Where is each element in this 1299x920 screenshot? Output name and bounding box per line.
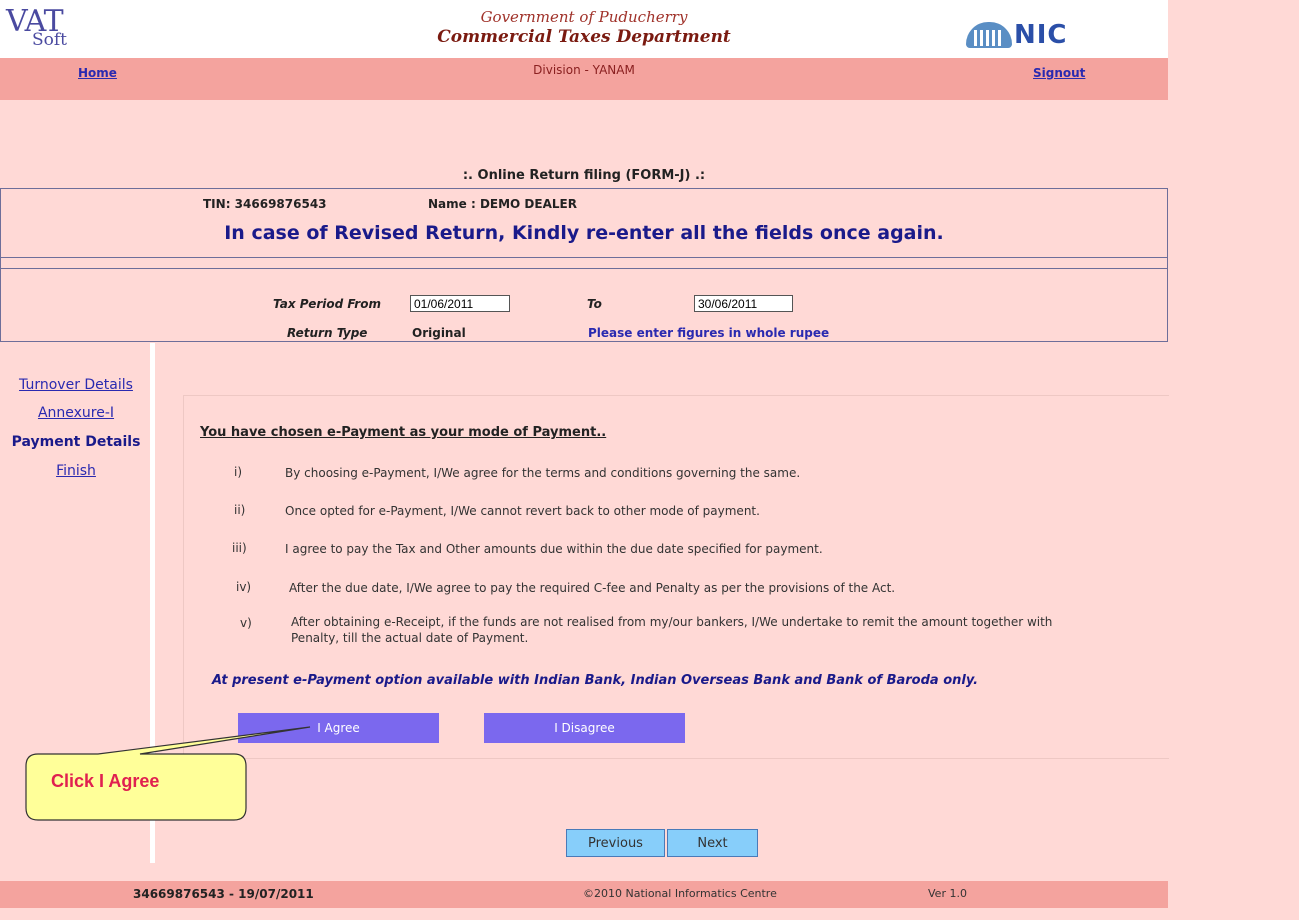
right-margin <box>1168 0 1299 920</box>
epayment-heading: You have chosen e-Payment as your mode o… <box>200 425 607 440</box>
term-text: After obtaining e-Receipt, if the funds … <box>291 615 1053 645</box>
next-button[interactable]: Next <box>667 829 758 857</box>
return-type-value: Original <box>412 326 466 340</box>
sidebar-item-turnover-details[interactable]: Turnover Details <box>2 377 150 393</box>
sidebar-item-finish[interactable]: Finish <box>2 463 150 479</box>
nav-bar: Home Division - YANAM Signout <box>0 58 1168 100</box>
term-text: Once opted for e-Payment, I/We cannot re… <box>285 504 760 518</box>
term-text: By choosing e-Payment, I/We agree for th… <box>285 466 801 480</box>
tax-period-box: Tax Period From To Return Type Original … <box>0 268 1168 342</box>
nic-logo-text: NIC <box>1014 20 1068 50</box>
division-label: Division - YANAM <box>533 63 635 77</box>
disagree-button[interactable]: I Disagree <box>484 713 685 743</box>
footer-tin-date: 34669876543 - 19/07/2011 <box>133 887 314 901</box>
term-text: I agree to pay the Tax and Other amounts… <box>285 542 823 556</box>
form-title: :. Online Return filing (FORM-J) .: <box>462 168 706 183</box>
dealer-info-box: TIN: 34669876543 Name : DEMO DEALER In c… <box>0 188 1168 258</box>
term-number: iii) <box>232 541 247 555</box>
previous-button[interactable]: Previous <box>566 829 665 857</box>
tax-period-to-label: To <box>587 297 602 311</box>
sidebar-item-annexure-i[interactable]: Annexure-I <box>2 405 150 421</box>
dealer-name: Name : DEMO DEALER <box>428 197 577 211</box>
revised-return-notice: In case of Revised Return, Kindly re-ent… <box>224 222 944 244</box>
signout-link[interactable]: Signout <box>1033 66 1085 80</box>
term-number: ii) <box>234 503 246 517</box>
pillars-graphic <box>974 30 1004 46</box>
banks-note: At present e-Payment option available wi… <box>212 673 979 688</box>
tax-period-from-label: Tax Period From <box>273 297 381 311</box>
tin-label: TIN: 34669876543 <box>203 197 327 211</box>
whole-rupee-note: Please enter figures in whole rupee <box>588 326 830 340</box>
term-number: v) <box>240 616 252 630</box>
agree-button[interactable]: I Agree <box>238 713 439 743</box>
sidebar-item-payment-details[interactable]: Payment Details <box>2 434 150 450</box>
footer-copyright: ©2010 National Informatics Centre <box>583 887 777 900</box>
tax-period-from-input[interactable] <box>410 295 510 312</box>
footer-version: Ver 1.0 <box>928 887 967 900</box>
header: VAT Soft Government of Puducherry Commer… <box>0 0 1168 58</box>
term-number: iv) <box>236 580 252 594</box>
callout-text: Click I Agree <box>51 771 160 791</box>
return-type-label: Return Type <box>287 326 368 340</box>
tax-period-to-input[interactable] <box>694 295 793 312</box>
footer: 34669876543 - 19/07/2011 ©2010 National … <box>0 881 1168 908</box>
term-text: After the due date, I/We agree to pay th… <box>289 581 896 595</box>
epayment-panel <box>183 395 1169 759</box>
term-number: i) <box>234 465 243 479</box>
